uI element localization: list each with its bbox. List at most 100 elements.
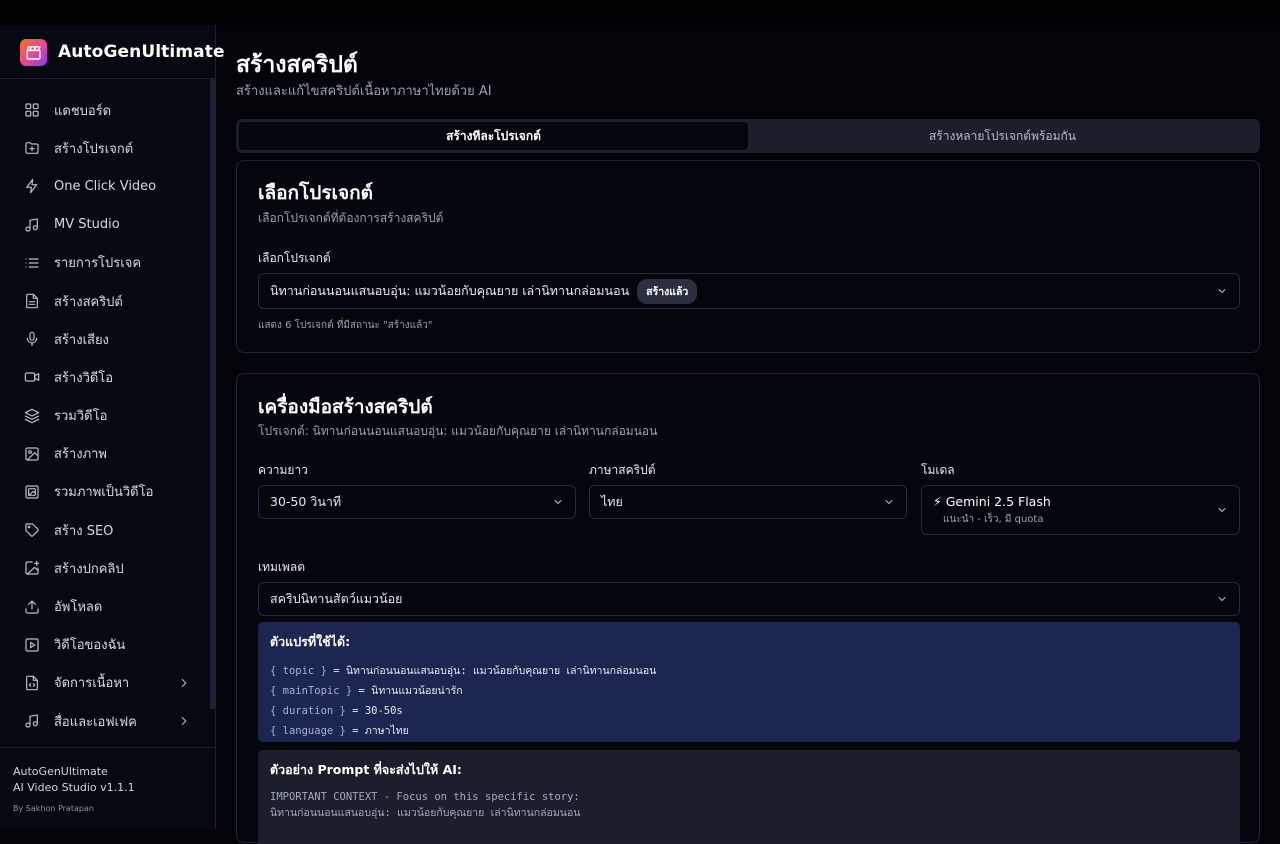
sidebar-item-label: จัดการเนื้อหา [54,676,130,692]
music-icon [25,218,38,232]
footer-author: By Sakhon Pratapan [13,804,94,813]
dashboard-icon [25,103,39,117]
sidebar-item-label: สร้างภาพ [54,447,108,463]
document-icon [26,293,38,309]
variables-title: ตัวแปรที่ใช้ได้: [270,634,351,649]
language-select[interactable]: ไทย [589,485,907,519]
language-select-value: ไทย [601,494,623,509]
model-select[interactable]: ⚡ Gemini 2.5 Flash แนะนำ - เร็ว, มี quot… [921,485,1240,535]
card-title: เครื่องมือสร้างสคริปต์ [258,396,433,418]
music-note-icon [25,714,38,728]
model-label: โมเดล [921,463,955,477]
variable-value: = นิทานก่อนนอนแสนอบอุ่น: แมวน้อยกับคุณยา… [326,665,657,677]
tab-single-project[interactable]: สร้างทีละโปรเจกต์ [239,122,748,150]
model-note: แนะนำ - เร็ว, มี quota [943,513,1044,525]
sidebar-item-dashboard[interactable]: แดชบอร์ด [12,91,198,129]
variable-key: { topic } [270,665,327,677]
sidebar-item-label: รวมภาพเป็นวิดีโอ [54,485,154,501]
script-tool-card: เครื่องมือสร้างสคริปต์ โปรเจกต์: นิทานก่… [236,373,1260,844]
brand[interactable]: AutoGenUltimate [20,38,225,66]
code-file-icon [26,675,38,691]
divider [0,78,216,79]
template-label: เทมเพลต [258,560,306,574]
variable-key: { mainTopic } [270,685,353,697]
variable-value: = นิทานแมวน้อยน่ารัก [352,685,463,697]
window-top-bar [0,0,1280,25]
variables-box: ตัวแปรที่ใช้ได้: { topic } = นิทานก่อนนอ… [258,622,1240,742]
variable-row: { topic } = นิทานก่อนนอนแสนอบอุ่น: แมวน้… [270,661,1228,681]
sidebar-item-label: รายการโปรเจค [54,256,142,272]
sidebar-item-label: สร้างวิดีโอ [54,370,114,386]
variable-key: { duration } [270,705,346,717]
chevron-down-icon [1218,508,1226,512]
tab-multiple-projects[interactable]: สร้างหลายโปรเจกต์พร้อมกัน [748,122,1257,150]
chevron-down-icon [1218,597,1226,601]
brand-title: AutoGenUltimate [58,42,225,62]
variable-row: { language } = ภาษาไทย [270,721,1228,741]
prompt-preview-title: ตัวอย่าง Prompt ที่จะส่งไปให้ AI: [270,762,462,777]
page-title: สร้างสคริปต์ [236,52,358,78]
sidebar-item-label: สื่อและเอฟเฟค [54,714,137,730]
clapperboard-icon [20,38,47,66]
template-select[interactable]: สคริปนิทานสัตว์แมวน้อย [258,582,1240,616]
sidebar-item-label: สร้างสคริปต์ [54,294,123,310]
play-square-icon [25,638,39,652]
sidebar-item-create-seo[interactable]: สร้าง SEO [12,511,198,549]
sidebar-item-upload[interactable]: อัพโหลด [12,587,198,625]
tag-icon [25,523,39,537]
sidebar-item-create-voice[interactable]: สร้างเสียง [12,320,198,358]
sidebar-item-content-manager[interactable]: จัดการเนื้อหา [12,664,198,702]
prompt-preview-box: ตัวอย่าง Prompt ที่จะส่งไปให้ AI: IMPORT… [258,750,1240,844]
sidebar-item-label: วิดีโอของฉัน [54,638,126,654]
sidebar-item-label: สร้าง SEO [54,523,114,539]
sidebar-item-project-list[interactable]: รายการโปรเจค [12,244,198,282]
card-subtitle: เลือกโปรเจกต์ที่ต้องการสร้างสคริปต์ [258,211,444,225]
sidebar-item-one-click-video[interactable]: One Click Video [12,167,198,205]
length-select[interactable]: 30-50 วินาที [258,485,576,519]
model-select-value: ⚡ Gemini 2.5 Flash แนะนำ - เร็ว, มี quot… [933,494,1051,527]
sidebar-item-my-videos[interactable]: วิดีโอของฉัน [12,626,198,664]
sidebar-item-mv-studio[interactable]: MV Studio [12,206,198,244]
sidebar-item-images-to-video[interactable]: รวมภาพเป็นวิดีโอ [12,473,198,511]
sidebar-item-create-image[interactable]: สร้างภาพ [12,435,198,473]
footer-app-name: AutoGenUltimate [13,765,108,778]
chevron-down-icon [1218,289,1226,293]
sidebar-nav: แดชบอร์ด สร้างโปรเจกต์ One Click Video M… [12,91,198,740]
footer-version: AI Video Studio v1.1.1 [13,781,135,794]
images-icon [25,485,39,499]
sidebar-item-media-effects[interactable]: สื่อและเอฟเฟค [12,702,198,740]
chevron-right-icon [181,678,187,687]
sidebar-item-create-thumbnail[interactable]: สร้างปกคลิป [12,549,198,587]
sidebar-item-label: อัพโหลด [54,600,103,616]
main-content: สร้างสคริปต์ สร้างและแก้ไขสคริปต์เนื้อหา… [216,25,1280,844]
model-name: ⚡ Gemini 2.5 Flash [933,493,1051,509]
sidebar-item-label: MV Studio [54,217,120,233]
folder-plus-icon [25,142,39,155]
sidebar-item-create-script[interactable]: สร้างสคริปต์ [12,282,198,320]
status-badge: สร้างแล้ว [637,278,698,304]
chevron-right-icon [181,717,187,726]
sidebar-footer: AutoGenUltimate AI Video Studio v1.1.1 B… [0,747,215,813]
image-icon [25,447,39,461]
sidebar-item-label: One Click Video [54,178,157,194]
variable-key: { language } [270,725,346,737]
project-select[interactable]: นิทานก่อนนอนแสนอบอุ่น: แมวน้อยกับคุณยาย … [258,273,1240,309]
sidebar-item-create-video[interactable]: สร้างวิดีโอ [12,358,198,396]
sidebar-item-label: แดชบอร์ด [54,103,112,119]
language-label: ภาษาสคริปต์ [589,463,656,477]
field-label: เลือกโปรเจกต์ [258,251,331,265]
template-select-value: สคริปนิทานสัตว์แมวน้อย [270,591,403,606]
project-select-value: นิทานก่อนนอนแสนอบอุ่น: แมวน้อยกับคุณยาย … [270,283,630,298]
length-select-value: 30-50 วินาที [270,494,342,509]
variable-row: { duration } = 30-50s [270,701,1228,721]
sidebar-item-merge-video[interactable]: รวมวิดีโอ [12,397,198,435]
sidebar-item-label: สร้างปกคลิป [54,561,124,577]
sidebar-scrollbar[interactable] [210,79,215,709]
length-label: ความยาว [258,463,308,477]
image-plus-icon [25,561,40,575]
video-icon [24,372,40,383]
lightning-icon [26,179,38,194]
project-select-card: เลือกโปรเจกต์ เลือกโปรเจกต์ที่ต้องการสร้… [236,160,1260,353]
sidebar-item-label: สร้างโปรเจกต์ [54,141,134,157]
sidebar-item-create-project[interactable]: สร้างโปรเจกต์ [12,129,198,167]
